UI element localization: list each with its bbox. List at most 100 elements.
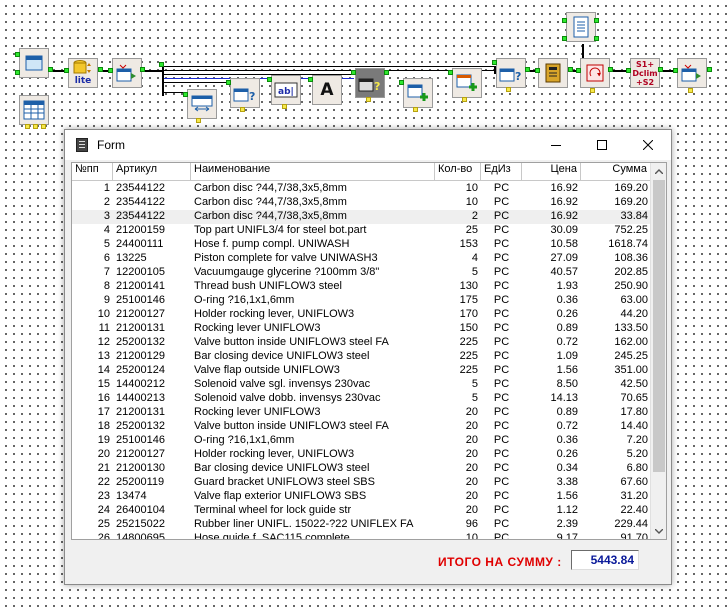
table-row[interactable]: 26 14800695 Hose guide f. SAC115 complete 1… bbox=[72, 532, 651, 539]
connector-dot[interactable] bbox=[33, 124, 38, 129]
label-text-icon[interactable]: A bbox=[312, 75, 342, 105]
close-button[interactable] bbox=[625, 130, 671, 160]
column-split-icon[interactable] bbox=[187, 89, 217, 119]
connector-dot[interactable] bbox=[594, 18, 599, 23]
table-row[interactable]: 17 21200131 Rocking lever UNIFLOW3 20 PC 0.89… bbox=[72, 406, 651, 420]
grid-node-icon[interactable] bbox=[19, 95, 49, 125]
connector-dot[interactable] bbox=[462, 97, 467, 102]
connector-dot[interactable] bbox=[226, 80, 231, 85]
connector-dot[interactable] bbox=[562, 36, 567, 41]
connector-dot[interactable] bbox=[562, 18, 567, 23]
string-concat-icon[interactable]: S1+ Dclim +S2 bbox=[630, 58, 660, 88]
scroll-up-button[interactable] bbox=[651, 163, 666, 179]
connector-dot[interactable] bbox=[282, 104, 287, 109]
window-titlebar[interactable]: Form bbox=[65, 130, 671, 160]
total-value-field[interactable]: 5443.84 bbox=[571, 550, 639, 570]
report-icon[interactable] bbox=[538, 58, 568, 88]
table-row[interactable]: 18 25200132 Valve button inside UNIFLOW3 s… bbox=[72, 420, 651, 434]
column-header[interactable]: Кол-во bbox=[435, 163, 481, 181]
table-row[interactable]: 1 23544122 Carbon disc ?44,7/38,3x5,8mm 10 P… bbox=[72, 182, 651, 196]
table-row[interactable]: 10 21200127 Holder rocking lever, UNIFLOW3… bbox=[72, 308, 651, 322]
table-row[interactable]: 25 25215022 Rubber liner UNIFL. 15022-?22 … bbox=[72, 518, 651, 532]
table-row[interactable]: 11 21200131 Rocking lever UNIFLOW3 150 PC 0.8… bbox=[72, 322, 651, 336]
connector-dot[interactable] bbox=[688, 88, 693, 93]
connector-dot[interactable] bbox=[25, 124, 30, 129]
minimize-button[interactable] bbox=[533, 130, 579, 160]
query-exec-icon[interactable]: ? bbox=[496, 58, 526, 88]
column-header[interactable]: Наименование bbox=[191, 163, 435, 181]
add-row-icon[interactable] bbox=[403, 78, 433, 108]
connector-dot[interactable] bbox=[594, 36, 599, 41]
table-row[interactable]: 21 21200130 Bar closing device UNIFLOW3 st… bbox=[72, 462, 651, 476]
connector-dot[interactable] bbox=[140, 67, 145, 72]
connector-dot[interactable] bbox=[492, 60, 497, 65]
table-row[interactable]: 13 21200129 Bar closing device UNIFLOW3 st… bbox=[72, 350, 651, 364]
column-header[interactable]: Цена bbox=[522, 163, 581, 181]
table-row[interactable]: 24 26400104 Terminal wheel for lock guide … bbox=[72, 504, 651, 518]
maximize-button[interactable] bbox=[579, 130, 625, 160]
connector-dot[interactable] bbox=[64, 68, 69, 73]
table-row[interactable]: 8 21200141 Thread bush UNIFLOW3 steel 130 PC… bbox=[72, 280, 651, 294]
connector-dot[interactable] bbox=[308, 77, 313, 82]
connector-dot[interactable] bbox=[535, 68, 540, 73]
connector-dot[interactable] bbox=[384, 70, 389, 75]
connector-dot[interactable] bbox=[183, 92, 188, 97]
table-row[interactable]: 2 23544122 Carbon disc ?44,7/38,3x5,8mm 10 P… bbox=[72, 196, 651, 210]
selected-query-icon[interactable]: ? bbox=[355, 68, 385, 98]
connector-dot[interactable] bbox=[15, 52, 20, 57]
table-row[interactable]: 7 12200105 Vacuumgauge glycerine ?100mm 3/… bbox=[72, 266, 651, 280]
query-param-icon[interactable]: ? bbox=[230, 78, 260, 108]
connector-dot[interactable] bbox=[15, 70, 20, 75]
connector-dot[interactable] bbox=[707, 67, 712, 72]
scrollbar-thumb[interactable] bbox=[653, 180, 665, 472]
table-row[interactable]: 4 21200159 Top part UNIFL3/4 for steel bot… bbox=[72, 224, 651, 238]
table-row[interactable]: 20 21200127 Holder rocking lever, UNIFLOW3… bbox=[72, 448, 651, 462]
table-row[interactable]: 5 24400111 Hose f. pump compl. UNIWASH 153 P… bbox=[72, 238, 651, 252]
connector-dot[interactable] bbox=[568, 67, 573, 72]
sqlite-database-icon[interactable]: lite bbox=[68, 58, 98, 88]
vertical-scrollbar[interactable] bbox=[650, 163, 666, 539]
connector-dot[interactable] bbox=[196, 118, 201, 123]
table-row[interactable]: 3 23544122 Carbon disc ?44,7/38,3x5,8mm 2 PC… bbox=[72, 210, 651, 224]
connector-dot[interactable] bbox=[576, 68, 581, 73]
connector-dot[interactable] bbox=[506, 87, 511, 92]
table-row[interactable]: 14 25200124 Valve flap outside UNIFLOW3 225… bbox=[72, 364, 651, 378]
column-header[interactable]: №пп bbox=[72, 163, 113, 181]
connector-dot[interactable] bbox=[590, 88, 595, 93]
connector-dot[interactable] bbox=[626, 68, 631, 73]
document-icon[interactable] bbox=[566, 12, 596, 42]
table-row[interactable]: 9 25100146 O-ring ?16,1x1,6mm 175 PC 0.36 63.0… bbox=[72, 294, 651, 308]
scroll-down-button[interactable] bbox=[651, 523, 666, 539]
table-row[interactable]: 19 25100146 O-ring ?16,1x1,6mm 20 PC 0.36 7.20 bbox=[72, 434, 651, 448]
table-row[interactable]: 23 13474 Valve flap exterior UNIFLOW3 SBS 2… bbox=[72, 490, 651, 504]
connector-dot[interactable] bbox=[673, 68, 678, 73]
column-header[interactable]: ЕдИз bbox=[481, 163, 522, 181]
connector-dot[interactable] bbox=[399, 80, 404, 85]
connector-dot[interactable] bbox=[48, 67, 53, 72]
connector-dot[interactable] bbox=[351, 70, 356, 75]
table-row[interactable]: 16 14400213 Solenoid valve dobb. invensys … bbox=[72, 392, 651, 406]
connector-dot[interactable] bbox=[413, 107, 418, 112]
text-edit-icon[interactable]: ab| bbox=[271, 75, 301, 105]
connector-dot[interactable] bbox=[267, 77, 272, 82]
connector-dot[interactable] bbox=[41, 124, 46, 129]
connector-dot[interactable] bbox=[525, 67, 530, 72]
table-row[interactable]: 6 13225 Piston complete for valve UNIWASH3… bbox=[72, 252, 651, 266]
column-header[interactable]: Артикул bbox=[113, 163, 191, 181]
output-grid-icon[interactable] bbox=[677, 58, 707, 88]
connector-dot[interactable] bbox=[608, 67, 613, 72]
table-row[interactable]: 12 25200132 Valve button inside UNIFLOW3 s… bbox=[72, 336, 651, 350]
table-row[interactable]: 22 25200119 Guard bracket UNIFLOW3 steel S… bbox=[72, 476, 651, 490]
window-node-icon[interactable] bbox=[19, 48, 49, 78]
connector-dot[interactable] bbox=[108, 68, 113, 73]
connector-dot[interactable] bbox=[658, 67, 663, 72]
connector-dot[interactable] bbox=[98, 67, 103, 72]
query-node-icon[interactable] bbox=[112, 58, 142, 88]
append-grid-icon[interactable] bbox=[452, 68, 482, 98]
column-header[interactable]: Сумма bbox=[581, 163, 651, 181]
connector-dot[interactable] bbox=[366, 97, 371, 102]
table-row[interactable]: 15 14400212 Solenoid valve sgl. invensys 2… bbox=[72, 378, 651, 392]
connector-dot[interactable] bbox=[240, 107, 245, 112]
connector-dot[interactable] bbox=[448, 70, 453, 75]
data-grid[interactable]: №пп Артикул Наименование Кол-во ЕдИз Цен… bbox=[71, 162, 667, 540]
